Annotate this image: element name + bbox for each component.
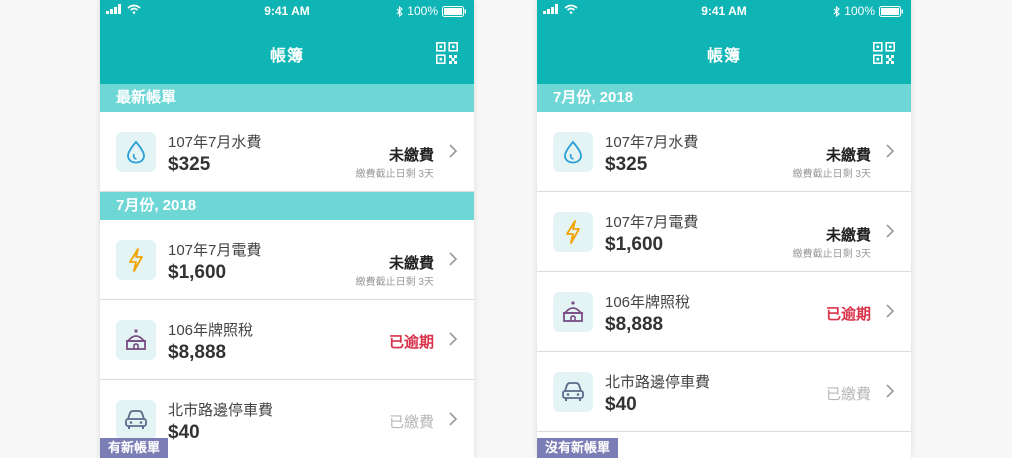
water-bill-icon-box <box>553 132 593 172</box>
bill-amount: $1,600 <box>605 234 664 255</box>
bill-row[interactable]: 107年7月電費 $1,600 未繳費 繳費截止日剩 3天 <box>100 220 474 300</box>
top-bar: 9:41 AM 100% 帳簿 <box>537 0 911 84</box>
bill-row[interactable]: 北市路邊停車費 $40 已繳費 <box>537 352 911 432</box>
section-header-month: 7月份, 2018 <box>537 84 911 112</box>
due-note: 繳費截止日剩 3天 <box>792 249 871 260</box>
bluetooth-icon <box>833 5 841 17</box>
chevron-right-icon <box>449 412 458 426</box>
status-right: 100% <box>396 4 466 18</box>
top-bar: 9:41 AM 100% 帳簿 <box>100 0 474 84</box>
parking-bill-icon-box <box>553 372 593 412</box>
battery-percent: 100% <box>407 4 438 18</box>
bill-status: 未繳費 <box>825 147 871 164</box>
battery-percent: 100% <box>844 4 875 18</box>
page-title: 帳簿 <box>269 48 304 65</box>
due-note: 繳費截止日剩 3天 <box>355 277 434 288</box>
bill-status: 已逾期 <box>825 306 871 323</box>
lightning-icon <box>566 220 580 244</box>
bill-status: 已繳費 <box>825 386 871 403</box>
due-note: 繳費截止日剩 3天 <box>355 169 434 180</box>
chevron-right-icon <box>886 384 895 398</box>
chevron-right-icon <box>449 332 458 346</box>
bill-name: 106年牌照稅 <box>168 322 254 339</box>
government-building-icon <box>563 301 583 322</box>
bill-amount: $325 <box>605 154 648 175</box>
bill-amount: $325 <box>168 154 211 175</box>
bill-row[interactable]: 107年7月水費 $325 未繳費 繳費截止日剩 3天 <box>537 112 911 192</box>
bill-amount: $8,888 <box>605 314 664 335</box>
chevron-right-icon <box>886 224 895 238</box>
bill-status: 未繳費 <box>388 147 434 164</box>
government-building-icon <box>126 329 146 350</box>
bill-name: 北市路邊停車費 <box>605 374 711 391</box>
bill-name: 107年7月水費 <box>168 134 262 151</box>
due-note: 繳費截止日剩 3天 <box>792 169 871 180</box>
chevron-right-icon <box>449 252 458 266</box>
car-icon <box>562 382 584 401</box>
bill-row[interactable]: 106年牌照稅 $8,888 已逾期 <box>100 300 474 380</box>
bill-name: 107年7月電費 <box>168 242 262 259</box>
status-bar: 9:41 AM 100% <box>537 0 911 22</box>
qr-code-icon[interactable] <box>873 42 895 64</box>
bill-amount: $1,600 <box>168 262 227 283</box>
water-drop-icon <box>564 140 582 164</box>
bill-name: 107年7月水費 <box>605 134 699 151</box>
qr-code-icon[interactable] <box>436 42 458 64</box>
electricity-bill-icon-box <box>116 240 156 280</box>
chevron-right-icon <box>449 144 458 158</box>
car-icon <box>125 410 147 429</box>
bill-status: 已繳費 <box>388 414 434 431</box>
bill-status: 未繳費 <box>825 227 871 244</box>
bill-amount: $8,888 <box>168 342 227 363</box>
bill-row[interactable]: 107年7月水費 $325 未繳費 繳費截止日剩 3天 <box>100 112 474 192</box>
page-title: 帳簿 <box>706 48 741 65</box>
state-tag: 沒有新帳單 <box>537 438 619 458</box>
water-drop-icon <box>127 140 145 164</box>
battery-icon <box>442 5 466 17</box>
tax-bill-icon-box <box>553 292 593 332</box>
bill-status: 未繳費 <box>388 255 434 272</box>
phone-screen-no-new-bill: 9:41 AM 100% 帳簿 7月份, 2018 107年7月水費 $325 … <box>537 0 911 458</box>
chevron-right-icon <box>886 304 895 318</box>
status-bar: 9:41 AM 100% <box>100 0 474 22</box>
lightning-icon <box>129 248 143 272</box>
status-right: 100% <box>833 4 903 18</box>
section-header-month: 7月份, 2018 <box>100 192 474 220</box>
bill-name: 北市路邊停車費 <box>168 402 274 419</box>
chevron-right-icon <box>886 144 895 158</box>
tax-bill-icon-box <box>116 320 156 360</box>
bill-status: 已逾期 <box>388 334 434 351</box>
bill-name: 107年7月電費 <box>605 214 699 231</box>
section-header-latest: 最新帳單 <box>100 84 474 112</box>
bill-row[interactable]: 107年7月電費 $1,600 未繳費 繳費截止日剩 3天 <box>537 192 911 272</box>
water-bill-icon-box <box>116 132 156 172</box>
bluetooth-icon <box>396 5 404 17</box>
phone-screen-with-new-bill: 9:41 AM 100% 帳簿 最新帳單 107年7月水費 $325 未繳費 繳… <box>100 0 474 458</box>
parking-bill-icon-box <box>116 400 156 440</box>
state-tag: 有新帳單 <box>100 438 169 458</box>
bill-name: 106年牌照稅 <box>605 294 691 311</box>
bill-row[interactable]: 106年牌照稅 $8,888 已逾期 <box>537 272 911 352</box>
bill-amount: $40 <box>605 394 637 415</box>
battery-icon <box>879 5 903 17</box>
bill-amount: $40 <box>168 422 200 443</box>
electricity-bill-icon-box <box>553 212 593 252</box>
